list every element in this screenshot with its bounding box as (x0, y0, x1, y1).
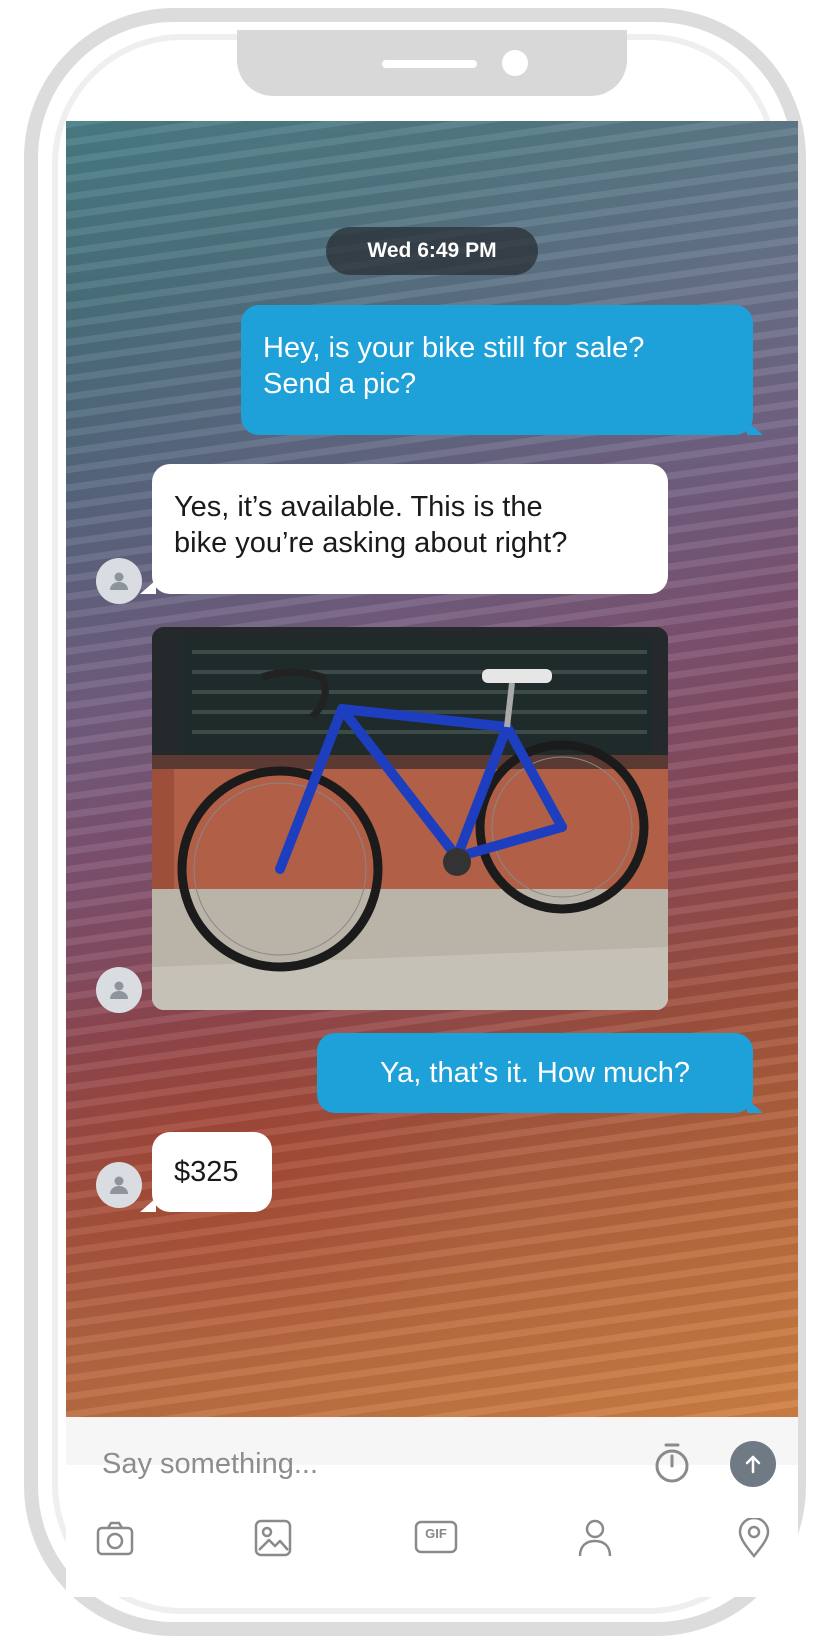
location-pin-icon[interactable] (734, 1518, 774, 1558)
message-bubble-outgoing[interactable]: Hey, is your bike still for sale? Send a… (241, 305, 763, 435)
contact-person-icon[interactable] (575, 1518, 615, 1558)
camera-icon[interactable] (95, 1518, 135, 1558)
gif-label: GIF (425, 1526, 447, 1541)
message-line: $325 (174, 1156, 239, 1188)
send-arrow-icon (745, 1455, 761, 1474)
message-bubble-incoming[interactable]: $325 (140, 1132, 272, 1212)
contact-avatar[interactable] (96, 558, 142, 604)
timer-icon[interactable] (652, 1441, 692, 1485)
message-line: Hey, is your bike still for sale? (263, 332, 645, 364)
message-composer: GIF (66, 1417, 798, 1597)
message-line: Ya, that’s it. How much? (379, 1057, 690, 1089)
message-line: bike you’re asking about right? (174, 527, 568, 559)
bike-photo-message[interactable] (152, 627, 668, 1010)
message-line: Send a pic? (263, 368, 417, 400)
person-icon (110, 572, 128, 590)
message-bubble-outgoing[interactable]: Ya, that’s it. How much? (317, 1033, 763, 1113)
chat-screen[interactable]: Wed 6:49 PM Hey, is your bike still for … (66, 121, 798, 1417)
conversation-timestamp: Wed 6:49 PM (326, 227, 538, 275)
person-icon (110, 981, 128, 999)
send-button[interactable] (730, 1441, 776, 1487)
message-line: Yes, it’s available. This is the (174, 491, 543, 523)
message-bubble-incoming[interactable]: Yes, it’s available. This is the bike yo… (140, 464, 668, 594)
person-icon (110, 1176, 128, 1194)
phone-notch (237, 30, 627, 96)
speaker-grille (382, 60, 477, 68)
photo-gallery-icon[interactable] (253, 1518, 293, 1558)
gif-icon[interactable]: GIF (414, 1518, 458, 1558)
bike-photo (152, 627, 668, 1010)
front-camera (502, 50, 528, 76)
contact-avatar[interactable] (96, 1162, 142, 1208)
contact-avatar[interactable] (96, 967, 142, 1013)
message-input[interactable] (100, 1442, 584, 1486)
